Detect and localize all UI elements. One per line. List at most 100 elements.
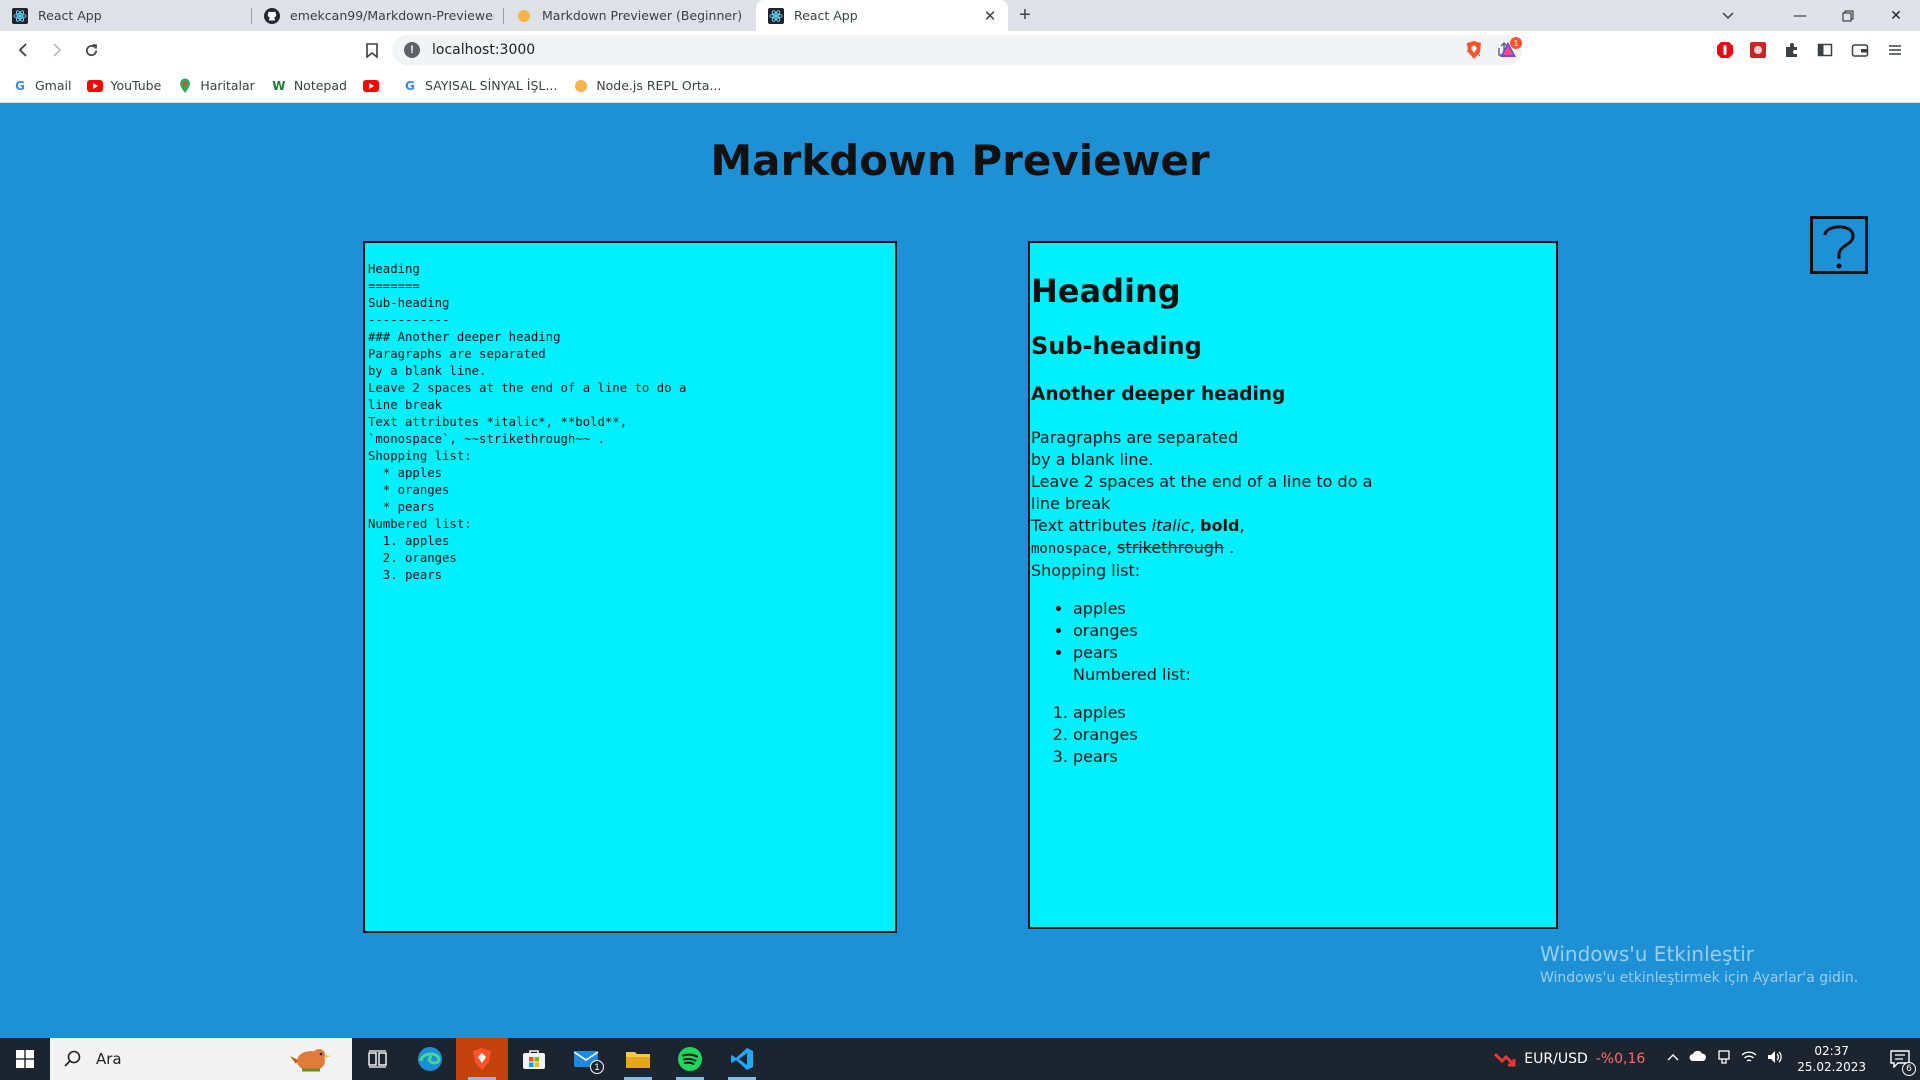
close-tab-icon[interactable]: ✕	[982, 7, 998, 25]
github-icon	[264, 7, 280, 24]
new-tab-button[interactable]: +	[1008, 0, 1042, 31]
browser-toolbar: ! localhost:3000 文A 1	[0, 31, 1920, 69]
adblock-extension-icon[interactable]	[1710, 35, 1740, 65]
stock-ticker-widget[interactable]: EUR/USD -%0,16	[1494, 1051, 1645, 1067]
spotify-icon[interactable]	[664, 1038, 716, 1080]
brave-rewards-icon[interactable]: 1	[1494, 35, 1524, 65]
tab-search-chevron-icon[interactable]	[1708, 0, 1748, 31]
search-placeholder: Ara	[96, 1050, 122, 1068]
wallet-icon[interactable]	[1845, 35, 1875, 65]
page-title: Markdown Previewer	[710, 136, 1210, 185]
mail-icon[interactable]: 1	[560, 1038, 612, 1080]
numbered-list-label: Numbered list:	[1073, 665, 1191, 684]
edge-browser-icon[interactable]	[404, 1038, 456, 1080]
tab-title: Markdown Previewer (Beginner) Dersi	[542, 8, 746, 23]
windows-logo-icon	[16, 1050, 34, 1068]
system-clock[interactable]: 02:37 25.02.2023	[1797, 1043, 1866, 1075]
search-icon	[64, 1050, 81, 1067]
search-highlight-bird-icon	[290, 1049, 331, 1072]
taskbar-search[interactable]: Ara	[50, 1038, 352, 1080]
window-controls: — ✕	[1776, 0, 1920, 31]
forward-icon[interactable]	[40, 33, 74, 67]
notepad-w-icon: W	[272, 78, 286, 93]
tab-title: emekcan99/Markdown-Previewer	[290, 8, 494, 23]
extension-app-icon[interactable]	[1743, 35, 1773, 65]
volume-icon[interactable]	[1767, 1050, 1783, 1068]
markdown-preview: Heading Sub-heading Another deeper headi…	[1028, 241, 1558, 929]
bookmark-notepad[interactable]: W Notepad	[271, 78, 347, 94]
preview-heading-1: Heading	[1031, 272, 1181, 310]
youtube-icon	[87, 78, 104, 94]
list-item: apples	[1073, 702, 1556, 724]
microsoft-store-icon[interactable]	[508, 1038, 560, 1080]
watermark-subtitle: Windows'u etkinleştirmek için Ayarlar'a …	[1540, 970, 1859, 986]
react-icon	[768, 7, 784, 24]
sidebar-icon[interactable]	[1810, 35, 1840, 65]
extensions-puzzle-icon[interactable]	[1777, 35, 1807, 65]
bookmark-gmail[interactable]: G Gmail	[12, 78, 71, 94]
list-item: pears	[1073, 746, 1556, 768]
task-view-icon[interactable]	[352, 1038, 404, 1080]
system-tray: EUR/USD -%0,16 02:37 25.02.2023 6	[1494, 1038, 1920, 1080]
text-attributes-label: Text attributes	[1031, 516, 1152, 535]
site-info-icon[interactable]: !	[404, 42, 420, 58]
minimize-icon[interactable]: —	[1776, 0, 1824, 31]
ticker-change: -%0,16	[1595, 1051, 1646, 1067]
notification-badge: 1	[1510, 37, 1522, 49]
tab-markdown-lesson[interactable]: Markdown Previewer (Beginner) Dersi	[504, 0, 756, 31]
orange-dot-icon	[573, 78, 589, 94]
list-item: apples	[1073, 598, 1556, 620]
tab-title: React App	[794, 8, 858, 23]
google-icon: G	[405, 78, 415, 93]
brave-taskbar-icon[interactable]	[456, 1038, 508, 1080]
italic-text: italic	[1151, 516, 1190, 535]
ticker-symbol: EUR/USD	[1524, 1051, 1588, 1067]
bookmark-icon[interactable]	[355, 33, 389, 67]
list-item: pears	[1073, 642, 1556, 664]
device-icon[interactable]	[1717, 1050, 1731, 1068]
bookmark-youtube[interactable]: YouTube	[87, 78, 161, 94]
tab-react-app-active[interactable]: React App ✕	[756, 0, 1008, 31]
help-button[interactable]	[1810, 216, 1868, 274]
bookmark-youtube-2[interactable]	[362, 78, 386, 94]
start-button[interactable]	[0, 1038, 50, 1080]
onedrive-cloud-icon[interactable]	[1689, 1050, 1707, 1068]
question-mark-icon	[1823, 225, 1855, 269]
reload-icon[interactable]	[74, 33, 108, 67]
address-bar[interactable]: ! localhost:3000 文A	[392, 35, 1522, 65]
bookmark-haritalar[interactable]: Haritalar	[177, 78, 255, 94]
windows-activation-watermark: Windows'u Etkinleştir Windows'u etkinleş…	[1540, 942, 1858, 986]
bookmark-nodejs-repl[interactable]: Node.js REPL Orta...	[573, 78, 721, 94]
orange-dot-icon	[516, 8, 532, 24]
paragraph-line: line break	[1031, 494, 1111, 513]
react-icon	[12, 7, 28, 24]
vscode-icon[interactable]	[716, 1038, 768, 1080]
paragraph-line: Leave 2 spaces at the end of a line to d…	[1031, 472, 1373, 491]
tab-github[interactable]: emekcan99/Markdown-Previewer	[252, 0, 504, 31]
google-icon: G	[15, 78, 25, 93]
maps-pin-icon	[177, 78, 193, 94]
notification-center-icon[interactable]: 6	[1880, 1038, 1920, 1080]
restore-icon[interactable]	[1824, 0, 1872, 31]
close-window-icon[interactable]: ✕	[1872, 0, 1920, 31]
paragraph-line: by a blank line.	[1031, 450, 1154, 469]
bookmarks-bar: G Gmail YouTube Haritalar W Notepad G SA…	[0, 69, 1920, 103]
tab-react-app-1[interactable]: React App	[0, 0, 252, 31]
tab-title: React App	[38, 8, 102, 23]
menu-icon[interactable]	[1880, 35, 1910, 65]
watermark-title: Windows'u Etkinleştir	[1540, 942, 1755, 966]
markdown-editor[interactable]: Heading ======= Sub-heading ----------- …	[363, 241, 897, 933]
monospace-text: monospace	[1031, 541, 1107, 557]
shopping-list-label: Shopping list:	[1031, 561, 1141, 580]
file-explorer-icon[interactable]	[612, 1038, 664, 1080]
wifi-icon[interactable]	[1741, 1050, 1757, 1068]
bookmark-sayisal-sinyal[interactable]: G SAYISAL SİNYAL İŞL...	[402, 78, 557, 94]
youtube-icon	[362, 78, 379, 94]
list-item: oranges	[1073, 724, 1556, 746]
preview-paragraph: Paragraphs are separated by a blank line…	[1031, 428, 1373, 580]
back-icon[interactable]	[6, 33, 40, 67]
preview-heading-2: Sub-heading	[1031, 332, 1202, 360]
chevron-up-icon[interactable]	[1667, 1050, 1679, 1068]
brave-shields-icon[interactable]	[1459, 35, 1489, 65]
tab-strip: React App emekcan99/Markdown-Previewer M…	[0, 0, 1920, 31]
